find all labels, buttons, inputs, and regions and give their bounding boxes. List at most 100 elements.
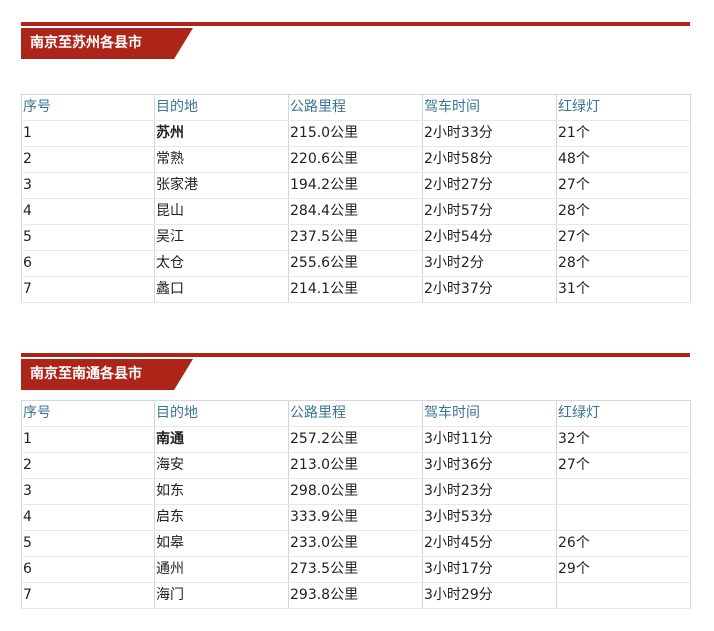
cell-destination: 启东 <box>154 504 289 531</box>
cell-traffic-lights: 32个 <box>556 426 691 453</box>
table-row: 1 南通 257.2公里 3小时11分 32个 <box>21 426 691 453</box>
table-row: 2 海安 213.0公里 3小时36分 27个 <box>21 452 691 479</box>
cell-drive-time: 2小时54分 <box>422 224 557 251</box>
cell-drive-time: 3小时29分 <box>422 582 557 609</box>
header-traffic-lights: 红绿灯 <box>556 94 691 121</box>
table-row: 7 蠡口 214.1公里 2小时37分 31个 <box>21 276 691 303</box>
cell-drive-time: 3小时36分 <box>422 452 557 479</box>
section-title: 南京至苏州各县市 <box>30 35 142 51</box>
table-row: 2 常熟 220.6公里 2小时58分 48个 <box>21 146 691 173</box>
cell-index: 1 <box>21 426 155 453</box>
cell-traffic-lights <box>556 582 691 609</box>
cell-index: 4 <box>21 198 155 225</box>
cell-destination: 如皋 <box>154 530 289 557</box>
section-title-rule <box>21 22 690 26</box>
cell-distance: 214.1公里 <box>288 276 423 303</box>
cell-index: 2 <box>21 146 155 173</box>
cell-distance: 213.0公里 <box>288 452 423 479</box>
cell-drive-time: 2小时27分 <box>422 172 557 199</box>
cell-traffic-lights: 27个 <box>556 172 691 199</box>
table-row: 3 如东 298.0公里 3小时23分 <box>21 478 691 505</box>
cell-index: 1 <box>21 120 155 147</box>
cell-index: 2 <box>21 452 155 479</box>
distance-table-suzhou: 序号 目的地 公路里程 驾车时间 红绿灯 1 苏州 215.0公里 2小时33分… <box>21 94 691 303</box>
cell-distance: 233.0公里 <box>288 530 423 557</box>
cell-index: 6 <box>21 556 155 583</box>
table-header-row: 序号 目的地 公路里程 驾车时间 红绿灯 <box>21 94 691 121</box>
cell-destination: 海安 <box>154 452 289 479</box>
cell-distance: 220.6公里 <box>288 146 423 173</box>
cell-traffic-lights: 29个 <box>556 556 691 583</box>
cell-traffic-lights <box>556 504 691 531</box>
cell-index: 4 <box>21 504 155 531</box>
header-distance: 公路里程 <box>288 94 423 121</box>
table-row: 1 苏州 215.0公里 2小时33分 21个 <box>21 120 691 147</box>
header-distance: 公路里程 <box>288 400 423 427</box>
cell-index: 3 <box>21 172 155 199</box>
cell-distance: 255.6公里 <box>288 250 423 277</box>
cell-index: 5 <box>21 530 155 557</box>
cell-drive-time: 2小时45分 <box>422 530 557 557</box>
cell-traffic-lights: 28个 <box>556 198 691 225</box>
cell-distance: 284.4公里 <box>288 198 423 225</box>
header-drive-time: 驾车时间 <box>422 94 557 121</box>
cell-index: 5 <box>21 224 155 251</box>
cell-drive-time: 2小时37分 <box>422 276 557 303</box>
table-row: 6 太仓 255.6公里 3小时2分 28个 <box>21 250 691 277</box>
table-row: 6 通州 273.5公里 3小时17分 29个 <box>21 556 691 583</box>
table-row: 5 如皋 233.0公里 2小时45分 26个 <box>21 530 691 557</box>
cell-destination: 太仓 <box>154 250 289 277</box>
table-row: 5 吴江 237.5公里 2小时54分 27个 <box>21 224 691 251</box>
cell-traffic-lights: 31个 <box>556 276 691 303</box>
table-row: 4 启东 333.9公里 3小时53分 <box>21 504 691 531</box>
cell-distance: 333.9公里 <box>288 504 423 531</box>
cell-drive-time: 2小时57分 <box>422 198 557 225</box>
distance-table-nantong: 序号 目的地 公路里程 驾车时间 红绿灯 1 南通 257.2公里 3小时11分… <box>21 400 691 609</box>
header-index: 序号 <box>21 400 155 427</box>
cell-destination: 通州 <box>154 556 289 583</box>
cell-destination: 海门 <box>154 582 289 609</box>
cell-traffic-lights <box>556 478 691 505</box>
cell-distance: 273.5公里 <box>288 556 423 583</box>
cell-destination: 南通 <box>154 426 289 453</box>
cell-drive-time: 2小时33分 <box>422 120 557 147</box>
header-destination: 目的地 <box>154 400 289 427</box>
cell-distance: 298.0公里 <box>288 478 423 505</box>
table-row: 7 海门 293.8公里 3小时29分 <box>21 582 691 609</box>
table-row: 3 张家港 194.2公里 2小时27分 27个 <box>21 172 691 199</box>
cell-destination: 昆山 <box>154 198 289 225</box>
cell-destination: 吴江 <box>154 224 289 251</box>
cell-traffic-lights: 27个 <box>556 224 691 251</box>
cell-drive-time: 3小时2分 <box>422 250 557 277</box>
cell-distance: 237.5公里 <box>288 224 423 251</box>
section-title-tab: 南京至苏州各县市 <box>21 28 193 59</box>
cell-destination: 蠡口 <box>154 276 289 303</box>
cell-distance: 215.0公里 <box>288 120 423 147</box>
cell-drive-time: 3小时23分 <box>422 478 557 505</box>
cell-destination: 常熟 <box>154 146 289 173</box>
section-title: 南京至南通各县市 <box>30 366 142 382</box>
cell-index: 3 <box>21 478 155 505</box>
header-index: 序号 <box>21 94 155 121</box>
section-title-rule <box>21 353 690 357</box>
cell-drive-time: 3小时17分 <box>422 556 557 583</box>
cell-distance: 194.2公里 <box>288 172 423 199</box>
cell-traffic-lights: 26个 <box>556 530 691 557</box>
table-header-row: 序号 目的地 公路里程 驾车时间 红绿灯 <box>21 400 691 427</box>
cell-drive-time: 2小时58分 <box>422 146 557 173</box>
cell-traffic-lights: 21个 <box>556 120 691 147</box>
cell-traffic-lights: 48个 <box>556 146 691 173</box>
header-traffic-lights: 红绿灯 <box>556 400 691 427</box>
cell-distance: 293.8公里 <box>288 582 423 609</box>
cell-drive-time: 3小时11分 <box>422 426 557 453</box>
cell-destination: 如东 <box>154 478 289 505</box>
cell-destination: 苏州 <box>154 120 289 147</box>
cell-distance: 257.2公里 <box>288 426 423 453</box>
header-drive-time: 驾车时间 <box>422 400 557 427</box>
cell-index: 7 <box>21 276 155 303</box>
cell-index: 7 <box>21 582 155 609</box>
cell-index: 6 <box>21 250 155 277</box>
cell-destination: 张家港 <box>154 172 289 199</box>
cell-traffic-lights: 28个 <box>556 250 691 277</box>
section-title-tab: 南京至南通各县市 <box>21 359 193 390</box>
